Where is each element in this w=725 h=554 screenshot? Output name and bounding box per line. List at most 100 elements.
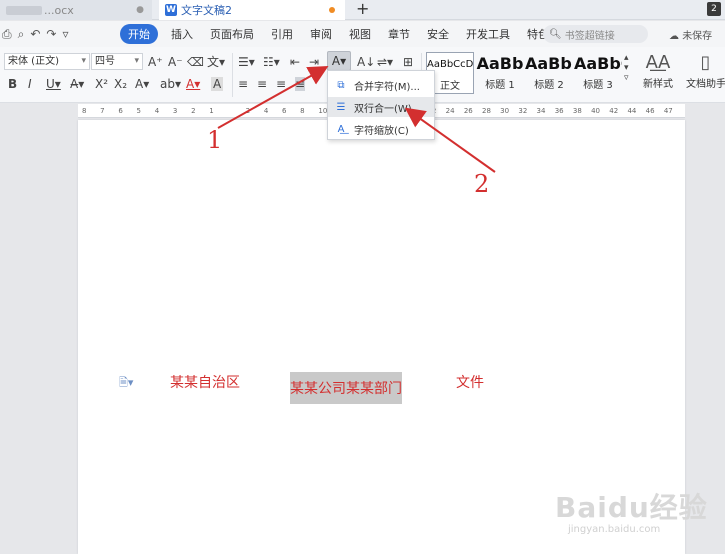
menu-item-two-lines-in-one[interactable]: ☰ 双行合一(W)... (328, 97, 434, 117)
style-heading-2[interactable]: AaBb( 标题 2 (525, 52, 573, 94)
ruler-tick-label: 6 (118, 107, 123, 115)
font-size-select[interactable]: 四号 (91, 53, 143, 70)
ruler-tick-label: 36 (554, 107, 564, 115)
bullet-list-icon[interactable]: ☰▾ (238, 55, 255, 69)
new-style-button[interactable]: A͟A 新样式 (639, 51, 677, 90)
doc-text-file[interactable]: 文件 (456, 372, 484, 392)
ruler-tick-label: 28 (482, 107, 491, 115)
ruler-tick-label: 7 (100, 107, 105, 115)
style-sample: AaBb( (525, 54, 573, 73)
print-icon[interactable]: ⎙ (2, 27, 12, 42)
numbered-list-icon[interactable]: ☷▾ (263, 55, 280, 69)
menu-item-developer[interactable]: 开发工具 (466, 26, 510, 42)
superscript-icon[interactable]: X² (95, 77, 108, 91)
border-icon[interactable]: ⊞ (403, 55, 413, 69)
paragraph-layout-icon[interactable]: 🗎▾ (119, 374, 133, 393)
ruler-tick-label: 34 (536, 107, 546, 115)
highlight-icon[interactable]: ab▾ (160, 77, 181, 91)
ruler-tick-label: 4 (154, 107, 160, 115)
new-style-label: 新样式 (643, 79, 673, 90)
annotation-label-2: 2 (474, 170, 490, 198)
doc-helper-button[interactable]: ▯ 文档助手 (686, 51, 725, 90)
unsaved-dot-icon (329, 7, 335, 13)
sort-icon[interactable]: A↓ (357, 55, 375, 69)
align-center-icon[interactable]: ≡ (257, 77, 267, 91)
save-status-button[interactable]: ☁ 未保存 (669, 27, 712, 42)
text-effect-icon[interactable]: A▾ (135, 77, 149, 91)
new-style-icon: A͟A (645, 52, 671, 73)
search-box[interactable]: 🔍︎ 书签超链接 (543, 25, 648, 43)
redo-icon[interactable]: ↷ (46, 27, 56, 42)
search-icon: 🔍︎ (549, 28, 562, 40)
align-left-icon[interactable]: ≡ (238, 77, 248, 91)
new-tab-button[interactable]: + (356, 0, 369, 18)
ruler-tick-label: 30 (500, 107, 510, 115)
bold-icon[interactable]: B (8, 77, 17, 91)
phonetic-guide-icon[interactable]: 文▾ (207, 55, 225, 69)
menu-bar: ⎙ ⌕ ↶ ↷ ▿ 开始 插入 页面布局 引用 审阅 视图 章节 安全 开发工具… (0, 21, 725, 47)
ruler-tick-label: 32 (518, 107, 528, 115)
strikethrough-icon[interactable]: A̶▾ (70, 77, 84, 91)
italic-icon[interactable]: I (28, 77, 32, 91)
ruler-tick-label: 42 (609, 107, 619, 115)
ruler-tick-label: 2 (191, 107, 196, 115)
decrease-indent-icon[interactable]: ⇤ (290, 55, 300, 69)
chinese-layout-button[interactable]: A▾ (327, 51, 351, 71)
ruler-tick-label: 8 (300, 107, 305, 115)
char-scale-icon: A͟ (337, 123, 345, 135)
window-count-badge: 2 (707, 2, 721, 16)
menu-item-char-scale[interactable]: A͟ 字符缩放(C) (328, 119, 434, 139)
ruler-tick-label: 44 (627, 107, 637, 115)
grow-font-icon[interactable]: A⁺ (148, 55, 163, 69)
document-tab-1[interactable]: ...ocx ● (0, 0, 152, 20)
menu-item-insert[interactable]: 插入 (171, 26, 193, 42)
clear-format-icon[interactable]: ⌫ (187, 55, 204, 69)
menu-item-view[interactable]: 视图 (349, 26, 371, 42)
ruler-tick-label: 10 (318, 107, 328, 115)
ruler-tick-label: 2 (245, 107, 251, 115)
two-lines-in-one-icon: ☰ (336, 101, 346, 113)
ruler-tick-label: 1 (209, 107, 214, 115)
underline-icon[interactable]: U▾ (46, 77, 61, 91)
menu-item-chapter[interactable]: 章节 (388, 26, 410, 42)
preview-icon[interactable]: ⌕ (18, 27, 25, 42)
close-icon[interactable]: ● (136, 5, 144, 15)
merge-chars-icon: ⧉ (337, 79, 345, 91)
style-sample: AaBb (476, 54, 524, 73)
ruler-tick-label: 3 (172, 107, 178, 115)
menu-item-references[interactable]: 引用 (271, 26, 293, 42)
menu-item-home[interactable]: 开始 (120, 24, 158, 44)
style-heading-3[interactable]: AaBbC 标题 3 (574, 52, 622, 94)
document-tab-2[interactable]: W 文字文稿2 (159, 0, 345, 20)
shrink-font-icon[interactable]: A⁻ (168, 55, 183, 69)
menu-item-merge-chars[interactable]: ⧉ 合并字符(M)... (328, 75, 434, 95)
style-heading-1[interactable]: AaBb 标题 1 (476, 52, 524, 94)
font-name-select[interactable]: 宋体 (正文) (4, 53, 90, 70)
menu-item-page-layout[interactable]: 页面布局 (210, 26, 254, 42)
ruler-tick-label: 38 (572, 107, 582, 115)
undo-icon[interactable]: ↶ (30, 27, 40, 42)
doc-text-region[interactable]: 某某自治区 (170, 372, 240, 392)
customize-icon[interactable]: ▿ (62, 27, 68, 42)
blurred-filename (6, 5, 42, 15)
menu-item-security[interactable]: 安全 (427, 26, 449, 42)
tab-strip: ...ocx ● W 文字文稿2 + 2 (0, 0, 725, 20)
subscript-icon[interactable]: X₂ (114, 77, 127, 91)
align-right-icon[interactable]: ≡ (276, 77, 286, 91)
doc-text-department-selected[interactable]: 某某公司某某部门 (290, 372, 402, 404)
menu-item-label: 双行合一(W)... (354, 103, 422, 115)
ruler-tick-label: 24 (445, 107, 455, 115)
ruler-tick-label: 46 (645, 107, 655, 115)
font-color-icon[interactable]: A▾ (186, 77, 200, 91)
quick-access-toolbar: ⎙ ⌕ ↶ ↷ ▿ (0, 27, 120, 42)
char-shading-icon[interactable]: A (211, 77, 224, 91)
cloud-icon: ☁ (669, 31, 679, 42)
justify-icon[interactable]: ≡ (295, 77, 306, 91)
styles-scroll-icon[interactable]: ▴ ▾ ▿ (624, 53, 629, 83)
search-placeholder: 书签超链接 (564, 30, 615, 42)
show-marks-icon[interactable]: ⇌▾ (377, 55, 393, 69)
menu-item-review[interactable]: 审阅 (310, 26, 332, 42)
save-status-label: 未保存 (682, 31, 713, 42)
style-name: 标题 1 (485, 80, 515, 91)
increase-indent-icon[interactable]: ⇥ (309, 55, 319, 69)
